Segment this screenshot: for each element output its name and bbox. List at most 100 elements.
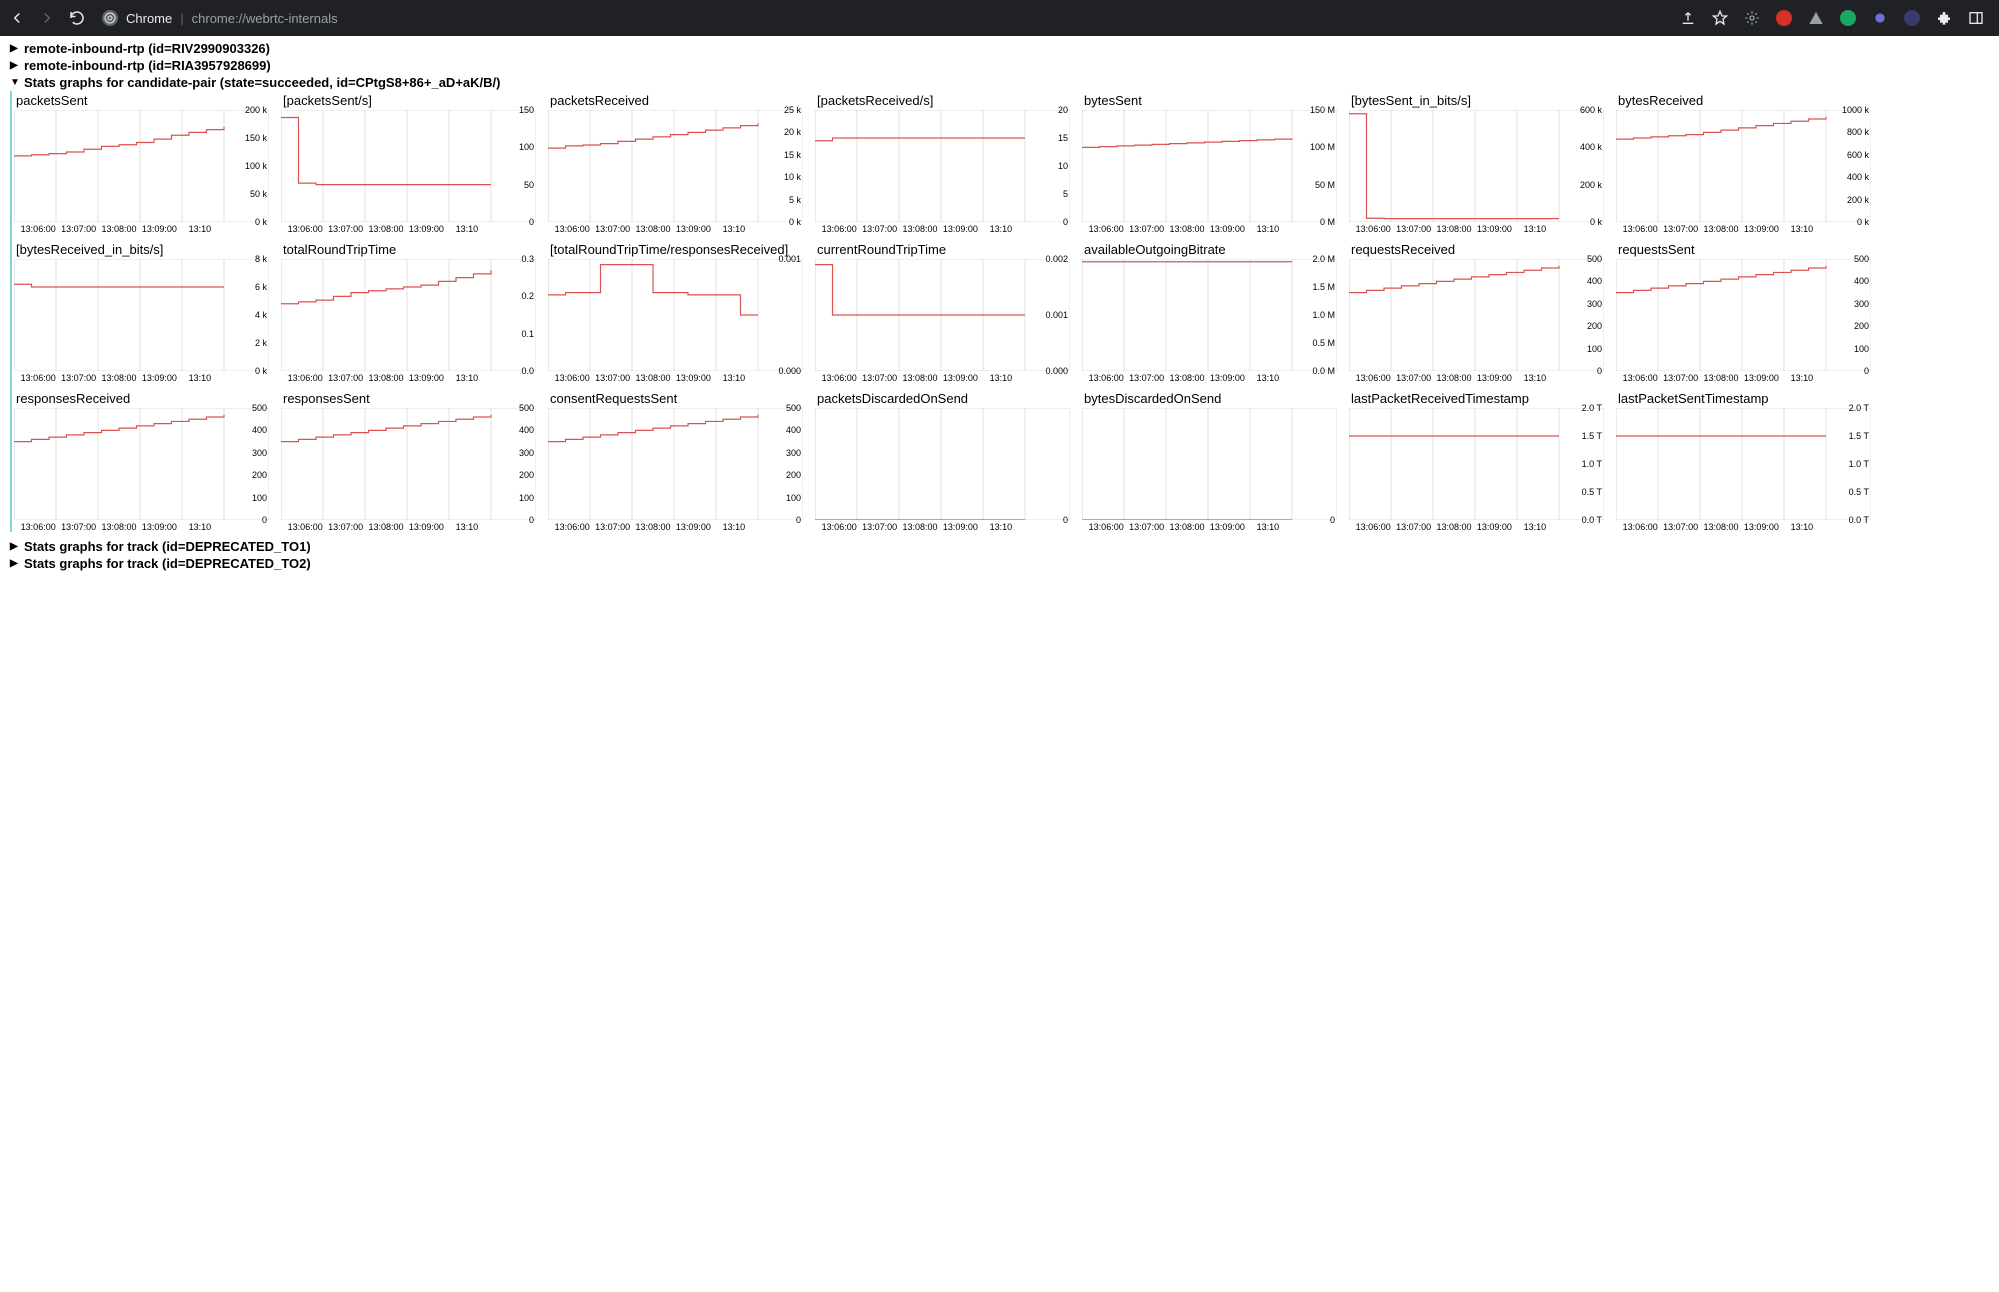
x-tick-label: 13:09:00 [673, 373, 713, 383]
chart-title: availableOutgoingBitrate [1082, 240, 1337, 259]
x-tick-label: 13:07:00 [859, 373, 899, 383]
browser-toolbar: Chrome | chrome://webrtc-internals [0, 0, 1999, 36]
chart-plot: 5004003002001000 [14, 408, 269, 520]
reload-button[interactable] [68, 9, 86, 27]
x-tick-label: 13:08:00 [1434, 373, 1474, 383]
chart-plot: 2.0 T1.5 T1.0 T0.5 T0.0 T [1616, 408, 1871, 520]
x-tick-label: 13:08:00 [1434, 522, 1474, 532]
x-tick-label: 13:09:00 [1741, 373, 1781, 383]
x-tick-label: 13:10 [1248, 373, 1288, 383]
chart-plot: 1000 k800 k600 k400 k200 k0 k [1616, 110, 1871, 222]
chart-title: [bytesReceived_in_bits/s] [14, 240, 269, 259]
x-tick-label: 13:08:00 [633, 522, 673, 532]
expander-track-1[interactable]: ▶ Stats graphs for track (id=DEPRECATED_… [10, 538, 1989, 555]
chart-plot: 5004003002001000 [1349, 259, 1604, 371]
chart-bytesReceived: bytesReceived1000 k800 k600 k400 k200 k0… [1616, 91, 1871, 234]
x-tick-label: 13:09:00 [406, 373, 446, 383]
charts-grid: packetsSent200 k150 k100 k50 k0 k13:06:0… [10, 91, 1989, 532]
chart-bytesDiscardedOnSend: bytesDiscardedOnSend013:06:0013:07:0013:… [1082, 389, 1337, 532]
x-tick-label: 13:06:00 [552, 522, 592, 532]
expander-label: Stats graphs for track (id=DEPRECATED_TO… [24, 556, 311, 571]
expander-label: remote-inbound-rtp (id=RIV2990903326) [24, 41, 270, 56]
x-tick-label: 13:10 [981, 224, 1021, 234]
star-icon[interactable] [1711, 9, 1729, 27]
x-tick-label: 13:09:00 [406, 224, 446, 234]
expander-track-2[interactable]: ▶ Stats graphs for track (id=DEPRECATED_… [10, 555, 1989, 572]
x-tick-label: 13:07:00 [58, 522, 98, 532]
x-tick-label: 13:08:00 [900, 522, 940, 532]
x-tick-label: 13:06:00 [552, 224, 592, 234]
expander-remote-inbound-rtp-2[interactable]: ▶ remote-inbound-rtp (id=RIA3957928699) [10, 57, 1989, 74]
chart-title: lastPacketReceivedTimestamp [1349, 389, 1604, 408]
x-tick-label: 13:08:00 [900, 373, 940, 383]
x-tick-label: 13:08:00 [1167, 224, 1207, 234]
x-tick-label: 13:07:00 [592, 373, 632, 383]
chart-requestsReceived: requestsReceived500400300200100013:06:00… [1349, 240, 1604, 383]
x-tick-label: 13:08:00 [1701, 522, 1741, 532]
extensions-icon[interactable] [1935, 9, 1953, 27]
x-tick-label: 13:10 [447, 373, 487, 383]
x-axis-labels: 13:06:0013:07:0013:08:0013:09:0013:10 [1349, 371, 1559, 383]
chart-title: packetsDiscardedOnSend [815, 389, 1070, 408]
x-tick-label: 13:06:00 [1353, 224, 1393, 234]
x-tick-label: 13:10 [180, 224, 220, 234]
x-tick-label: 13:06:00 [819, 373, 859, 383]
forward-button[interactable] [38, 9, 56, 27]
chart-packetsReceived: packetsReceived25 k20 k15 k10 k5 k0 k13:… [548, 91, 803, 234]
expander-candidate-pair[interactable]: ▼ Stats graphs for candidate-pair (state… [10, 74, 1989, 91]
ext6-icon[interactable] [1903, 9, 1921, 27]
expander-label: Stats graphs for candidate-pair (state=s… [24, 75, 500, 90]
chart-title: bytesReceived [1616, 91, 1871, 110]
address-bar[interactable]: Chrome | chrome://webrtc-internals [102, 10, 1667, 26]
x-tick-label: 13:07:00 [325, 373, 365, 383]
x-tick-label: 13:10 [714, 522, 754, 532]
expander-remote-inbound-rtp-1[interactable]: ▶ remote-inbound-rtp (id=RIV2990903326) [10, 40, 1989, 57]
triangle-right-icon: ▶ [10, 541, 22, 552]
chart-requestsSent: requestsSent500400300200100013:06:0013:0… [1616, 240, 1871, 383]
ext1-icon[interactable] [1743, 9, 1761, 27]
chart-consentRequestsSent: consentRequestsSent500400300200100013:06… [548, 389, 803, 532]
x-axis-labels: 13:06:0013:07:0013:08:0013:09:0013:10 [14, 222, 224, 234]
x-tick-label: 13:09:00 [1474, 224, 1514, 234]
x-tick-label: 13:06:00 [18, 373, 58, 383]
expander-label: remote-inbound-rtp (id=RIA3957928699) [24, 58, 271, 73]
x-tick-label: 13:07:00 [859, 522, 899, 532]
back-button[interactable] [8, 9, 26, 27]
x-tick-label: 13:06:00 [819, 224, 859, 234]
x-tick-label: 13:06:00 [1086, 373, 1126, 383]
ext5-icon[interactable] [1871, 9, 1889, 27]
ext2-icon[interactable] [1775, 9, 1793, 27]
share-icon[interactable] [1679, 9, 1697, 27]
panel-icon[interactable] [1967, 9, 1985, 27]
x-tick-label: 13:10 [180, 522, 220, 532]
chart-plot: 2.0 T1.5 T1.0 T0.5 T0.0 T [1349, 408, 1604, 520]
chart-plot: 600 k400 k200 k0 k [1349, 110, 1604, 222]
x-tick-label: 13:09:00 [1741, 522, 1781, 532]
chart-plot: 0.30.20.10.0 [281, 259, 536, 371]
url-scheme-label: Chrome [126, 11, 172, 26]
triangle-right-icon: ▶ [10, 60, 22, 71]
x-tick-label: 13:08:00 [366, 522, 406, 532]
x-tick-label: 13:10 [1515, 373, 1555, 383]
x-tick-label: 13:07:00 [1126, 373, 1166, 383]
chart-packetsReceived-per-s: [packetsReceived/s]2015105013:06:0013:07… [815, 91, 1070, 234]
ext3-icon[interactable] [1807, 9, 1825, 27]
x-tick-label: 13:08:00 [1701, 224, 1741, 234]
x-axis-labels: 13:06:0013:07:0013:08:0013:09:0013:10 [281, 222, 491, 234]
x-tick-label: 13:06:00 [1620, 522, 1660, 532]
chart-plot: 8 k6 k4 k2 k0 k [14, 259, 269, 371]
x-tick-label: 13:08:00 [366, 373, 406, 383]
ext4-icon[interactable] [1839, 9, 1857, 27]
chart-plot: 150100500 [281, 110, 536, 222]
x-tick-label: 13:06:00 [1086, 224, 1126, 234]
chart-lastPacketReceivedTimestamp: lastPacketReceivedTimestamp2.0 T1.5 T1.0… [1349, 389, 1604, 532]
chart-title: totalRoundTripTime [281, 240, 536, 259]
chart-plot: 0.0010.000 [548, 259, 803, 371]
chart-currentRoundTripTime: currentRoundTripTime0.0020.0010.00013:06… [815, 240, 1070, 383]
x-tick-label: 13:10 [981, 522, 1021, 532]
chart-plot: 25 k20 k15 k10 k5 k0 k [548, 110, 803, 222]
x-tick-label: 13:06:00 [18, 522, 58, 532]
x-axis-labels: 13:06:0013:07:0013:08:0013:09:0013:10 [548, 222, 758, 234]
x-tick-label: 13:06:00 [1620, 224, 1660, 234]
chart-packetsDiscardedOnSend: packetsDiscardedOnSend013:06:0013:07:001… [815, 389, 1070, 532]
